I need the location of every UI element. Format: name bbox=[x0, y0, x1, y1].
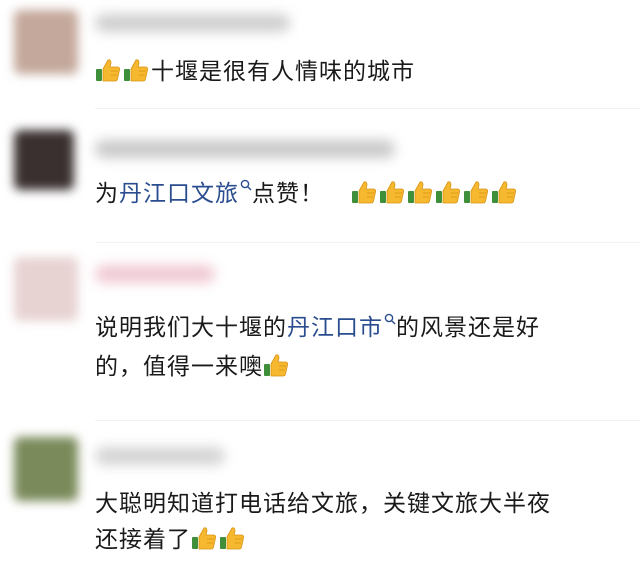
username-blurred[interactable] bbox=[95, 265, 215, 283]
topic-link-label: 丹江口文旅 bbox=[119, 181, 239, 207]
comment-text-line2: 的，值得一来噢 bbox=[95, 354, 263, 380]
comment-text-line2: 还接着了 bbox=[95, 527, 191, 553]
comment-text-line1-prefix: 说明我们大十堰的 bbox=[95, 315, 287, 341]
search-icon bbox=[240, 179, 252, 191]
divider bbox=[95, 108, 640, 109]
thumbs-up-icon bbox=[407, 179, 433, 205]
username-blurred[interactable] bbox=[95, 447, 225, 465]
comment-text-body: 十堰是很有人情味的城市 bbox=[151, 59, 415, 85]
comment-text: 还接着了 bbox=[95, 521, 247, 559]
topic-link[interactable]: 丹江口文旅 bbox=[119, 181, 252, 207]
comment-text: 大聪明知道打电话给文旅，关键文旅大半夜 bbox=[95, 485, 551, 523]
divider bbox=[95, 420, 640, 421]
comment-item: 说明我们大十堰的丹江口市 的风景还是好 的，值得一来噢 bbox=[0, 245, 640, 425]
thumbs-up-icon bbox=[463, 179, 489, 205]
avatar[interactable] bbox=[14, 130, 74, 190]
comment-text-suffix: 点赞！ bbox=[252, 181, 324, 207]
username-blurred[interactable] bbox=[95, 140, 395, 158]
thumbs-up-icon bbox=[191, 525, 217, 551]
avatar[interactable] bbox=[14, 437, 78, 501]
username-blurred[interactable] bbox=[95, 14, 290, 32]
thumbs-up-icon bbox=[351, 179, 377, 205]
thumbs-up-icon bbox=[491, 179, 517, 205]
thumbs-up-icon bbox=[95, 57, 121, 83]
comment-text-prefix: 为 bbox=[95, 181, 119, 207]
thumbs-up-icon bbox=[435, 179, 461, 205]
comment-text-line1-suffix: 的风景还是好 bbox=[396, 315, 540, 341]
avatar[interactable] bbox=[14, 257, 78, 321]
comment-text-line1: 大聪明知道打电话给文旅，关键文旅大半夜 bbox=[95, 491, 551, 517]
avatar[interactable] bbox=[14, 10, 78, 74]
topic-link[interactable]: 丹江口市 bbox=[287, 315, 396, 341]
comment-item: 大聪明知道打电话给文旅，关键文旅大半夜 还接着了 bbox=[0, 425, 640, 569]
thumbs-up-icon bbox=[219, 525, 245, 551]
topic-link-label: 丹江口市 bbox=[287, 315, 383, 341]
thumbs-up-icon bbox=[123, 57, 149, 83]
comment-text: 为丹江口文旅 点赞！ bbox=[95, 175, 519, 213]
divider bbox=[95, 242, 640, 243]
comment-text: 的，值得一来噢 bbox=[95, 348, 291, 386]
thumbs-up-icon bbox=[379, 179, 405, 205]
comment-text: 说明我们大十堰的丹江口市 的风景还是好 bbox=[95, 309, 540, 347]
thumbs-up-icon bbox=[263, 352, 289, 378]
comment-text: 十堰是很有人情味的城市 bbox=[95, 53, 415, 91]
comment-item: 十堰是很有人情味的城市 bbox=[0, 0, 640, 120]
comment-item: 为丹江口文旅 点赞！ bbox=[0, 120, 640, 245]
search-icon bbox=[384, 313, 396, 325]
